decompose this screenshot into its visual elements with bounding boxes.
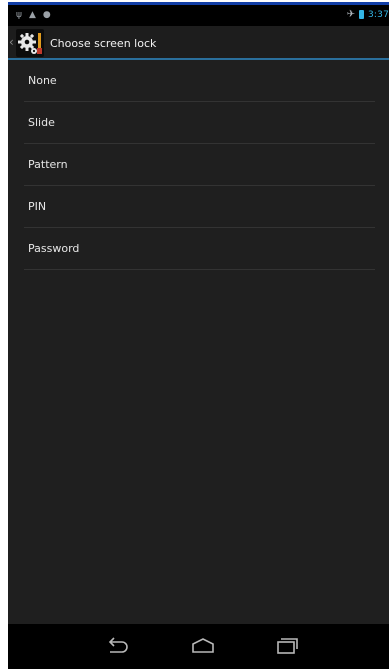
settings-gear-icon[interactable]	[16, 29, 44, 57]
usb-icon: ψ	[16, 10, 22, 20]
option-label: Slide	[28, 116, 55, 129]
status-bar: ψ ▲ ● ✈ 3:37	[8, 2, 389, 26]
message-icon: ●	[42, 10, 51, 20]
back-icon[interactable]	[104, 634, 130, 658]
device-screen: ψ ▲ ● ✈ 3:37 ‹ Choose screen lock None S…	[8, 2, 389, 669]
option-label: None	[28, 74, 57, 87]
up-chevron-icon[interactable]: ‹	[9, 35, 14, 49]
option-pin[interactable]: PIN	[8, 186, 389, 228]
airplane-mode-icon: ✈	[346, 9, 355, 20]
divider	[24, 269, 375, 270]
home-icon[interactable]	[190, 634, 216, 658]
option-pattern[interactable]: Pattern	[8, 144, 389, 186]
status-right: ✈ 3:37	[347, 9, 389, 20]
status-accent-line	[8, 2, 389, 5]
screen-title: Choose screen lock	[50, 37, 157, 50]
warning-icon: ▲	[28, 10, 36, 20]
navigation-bar	[8, 624, 389, 669]
action-bar: ‹ Choose screen lock	[8, 26, 389, 60]
recent-apps-icon[interactable]	[274, 634, 300, 658]
option-slide[interactable]: Slide	[8, 102, 389, 144]
status-clock: 3:37	[367, 9, 389, 20]
battery-icon	[358, 10, 364, 19]
option-label: PIN	[28, 200, 47, 213]
option-label: Password	[28, 242, 80, 255]
notification-icons: ψ ▲ ●	[16, 10, 51, 20]
option-password[interactable]: Password	[8, 228, 389, 270]
option-label: Pattern	[28, 158, 68, 171]
screen-lock-options-list: None Slide Pattern PIN Password	[8, 60, 389, 270]
option-none[interactable]: None	[8, 60, 389, 102]
